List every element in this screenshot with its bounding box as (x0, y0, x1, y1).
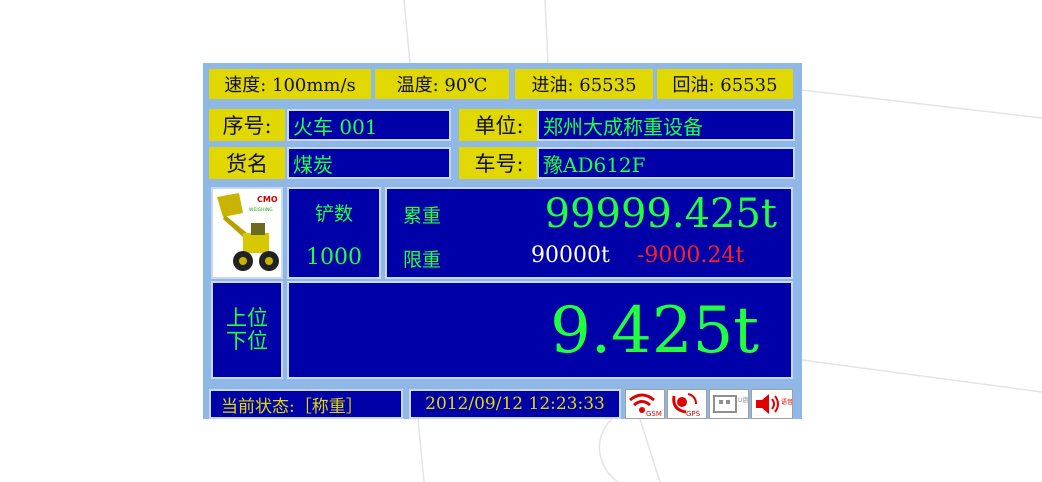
limit-weight-value: 90000t (531, 243, 610, 268)
gsm-label: GSM (646, 410, 662, 418)
wheel-loader-icon: CMO WEIGHING (217, 193, 279, 271)
plate-field[interactable]: 豫AD612F (537, 147, 795, 179)
cargo-label: 货名 (209, 147, 285, 179)
usb-status[interactable]: U盘 (709, 389, 749, 419)
usb-drive-icon: U盘 (713, 395, 748, 413)
gsm-status[interactable]: GSM (625, 389, 665, 419)
loader-logo-image: CMO WEIGHING (211, 187, 283, 279)
speed-readout: 速度: 100mm/s (209, 69, 371, 99)
logo-text-cmo: CMO (257, 195, 278, 204)
current-weight-box: 9.425t (287, 281, 793, 379)
gps-label: GPS (686, 410, 701, 418)
totals-box: 累重 99999.425t 限重 90000t -9000.24t (385, 187, 793, 279)
unit-label: 单位: (459, 109, 539, 141)
temperature-readout: 温度: 90℃ (375, 69, 509, 99)
weighing-display-panel: 速度: 100mm/s 温度: 90℃ 进油: 65535 回油: 65535 … (203, 63, 802, 419)
total-weight-label: 累重 (403, 205, 442, 227)
voice-status[interactable]: 语音 (751, 389, 793, 419)
shovel-count-box: 铲数 1000 (287, 187, 381, 279)
position-indicator-box: 上位 下位 (211, 281, 283, 379)
logo-text-weighing: WEIGHING (249, 207, 273, 213)
gps-status[interactable]: GPS (667, 389, 707, 419)
voice-label: 语音 (781, 398, 792, 406)
shovel-count-label: 铲数 (314, 203, 353, 225)
datetime-display: 2012/09/12 12:23:33 (409, 389, 621, 419)
limit-weight-label: 限重 (403, 249, 442, 271)
serial-field[interactable]: 火车 001 (287, 109, 451, 141)
plate-label: 车号: (459, 147, 539, 179)
serial-label: 序号: (209, 109, 285, 141)
shovel-count-value: 1000 (306, 245, 362, 270)
oil-in-readout: 进油: 65535 (515, 69, 653, 99)
usb-label: U盘 (738, 396, 748, 404)
current-weight-value: 9.425t (550, 294, 759, 368)
oil-return-readout: 回油: 65535 (657, 69, 793, 99)
total-weight-value: 99999.425t (544, 191, 777, 237)
position-upper-label: 上位 (226, 306, 268, 330)
limit-difference-value: -9000.24t (637, 243, 745, 268)
satellite-icon: GPS (672, 393, 701, 418)
position-lower-label: 下位 (226, 329, 268, 353)
wifi-icon: GSM (629, 393, 662, 418)
speaker-icon: 语音 (756, 394, 793, 414)
current-status: 当前状态:［称重］ (209, 389, 403, 419)
unit-field[interactable]: 郑州大成称重设备 (537, 109, 795, 141)
cargo-field[interactable]: 煤炭 (287, 147, 451, 179)
